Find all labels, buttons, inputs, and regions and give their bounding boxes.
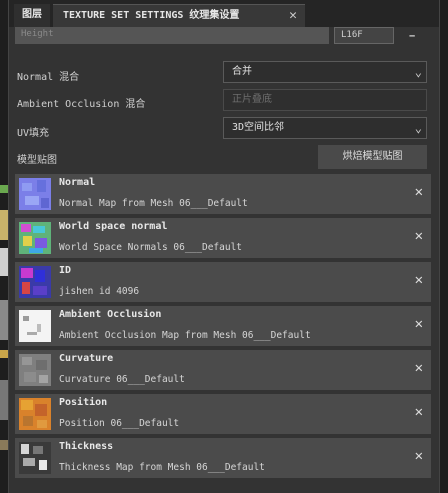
uv-fill-select[interactable]: 3D空间比邻 ⌄ <box>223 117 427 139</box>
right-edge <box>440 0 448 493</box>
map-subtitle: Thickness Map from Mesh 06___Default <box>59 462 265 473</box>
tab-bar: 图层 TEXTURE SET SETTINGS 纹理集设置 ✕ <box>9 0 439 27</box>
ao-map-thumbnail <box>19 310 51 342</box>
panel-content: Height L16F − Normal 混合 合并 ⌄ Ambient Occ… <box>9 27 439 493</box>
close-icon[interactable]: ✕ <box>415 404 423 420</box>
list-item[interactable]: Normal Normal Map from Mesh 06___Default… <box>15 174 431 218</box>
close-icon[interactable]: ✕ <box>415 316 423 332</box>
list-item[interactable]: World space normal World Space Normals 0… <box>15 218 431 262</box>
curvature-map-thumbnail <box>19 354 51 386</box>
close-icon[interactable]: ✕ <box>415 184 423 200</box>
map-title: Curvature <box>59 353 114 364</box>
position-map-thumbnail <box>19 398 51 430</box>
map-subtitle: jishen id 4096 <box>59 286 140 297</box>
map-subtitle: Position 06___Default <box>59 418 180 429</box>
close-icon[interactable]: ✕ <box>415 360 423 376</box>
height-channel-row[interactable]: Height <box>15 27 329 44</box>
list-item[interactable]: Position Position 06___Default ✕ <box>15 394 431 438</box>
mesh-maps-label: 模型贴图 <box>17 155 57 166</box>
close-icon[interactable]: ✕ <box>415 272 423 288</box>
normal-map-thumbnail <box>19 178 51 210</box>
list-item[interactable]: Curvature Curvature 06___Default ✕ <box>15 350 431 394</box>
close-icon[interactable]: ✕ <box>289 5 297 27</box>
left-edge <box>0 0 8 493</box>
map-subtitle: Normal Map from Mesh 06___Default <box>59 198 248 209</box>
map-title: Position <box>59 397 108 408</box>
texture-set-settings-panel: 图层 TEXTURE SET SETTINGS 纹理集设置 ✕ Height L… <box>8 0 440 493</box>
ao-mix-label: Ambient Occlusion 混合 <box>17 99 146 110</box>
map-title: Thickness <box>59 441 114 452</box>
remove-channel-button[interactable]: − <box>409 31 415 42</box>
ao-mix-placeholder: 正片叠底 <box>232 94 272 105</box>
id-map-thumbnail <box>19 266 51 298</box>
map-title: ID <box>59 265 72 276</box>
normal-mix-label: Normal 混合 <box>17 72 80 83</box>
chevron-down-icon: ⌄ <box>414 65 422 79</box>
ao-mix-select[interactable]: 正片叠底 <box>223 89 427 111</box>
list-item[interactable]: ID jishen id 4096 ✕ <box>15 262 431 306</box>
map-subtitle: Ambient Occlusion Map from Mesh 06___Def… <box>59 330 311 341</box>
close-icon[interactable]: ✕ <box>415 228 423 244</box>
uv-fill-label: UV填充 <box>17 128 50 139</box>
world-space-normal-thumbnail <box>19 222 51 254</box>
height-format-select[interactable]: L16F <box>334 27 394 44</box>
list-item[interactable]: Ambient Occlusion Ambient Occlusion Map … <box>15 306 431 350</box>
bake-mesh-maps-button[interactable]: 烘焙模型贴图 <box>318 145 427 169</box>
chevron-down-icon: ⌄ <box>414 121 422 135</box>
thickness-map-thumbnail <box>19 442 51 474</box>
tab-layers[interactable]: 图层 <box>14 4 50 27</box>
normal-mix-value: 合并 <box>232 66 252 77</box>
map-title: World space normal <box>59 221 168 232</box>
uv-fill-value: 3D空间比邻 <box>232 122 285 133</box>
map-title: Normal <box>59 177 96 188</box>
tab-texture-set-settings-label: TEXTURE SET SETTINGS 纹理集设置 <box>63 10 240 21</box>
map-subtitle: Curvature 06___Default <box>59 374 185 385</box>
list-item[interactable]: Thickness Thickness Map from Mesh 06___D… <box>15 438 431 482</box>
map-subtitle: World Space Normals 06___Default <box>59 242 243 253</box>
tab-texture-set-settings[interactable]: TEXTURE SET SETTINGS 纹理集设置 ✕ <box>53 4 305 27</box>
normal-mix-select[interactable]: 合并 ⌄ <box>223 61 427 83</box>
map-title: Ambient Occlusion <box>59 309 162 320</box>
close-icon[interactable]: ✕ <box>415 448 423 464</box>
